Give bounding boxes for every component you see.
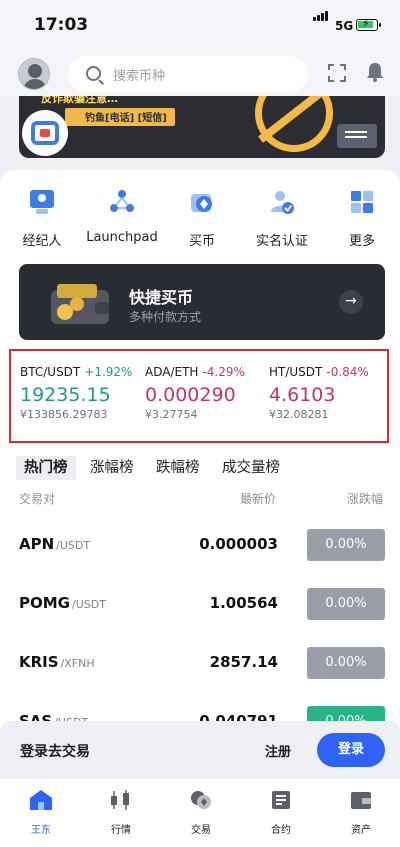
ticker-change: -0.84% [326, 365, 369, 379]
tab-label: 合约 [271, 825, 291, 836]
ticker-price: 19235.15 [20, 384, 111, 406]
row-change-badge[interactable]: 0.00% [307, 588, 385, 620]
ticker-cny: ¥32.08281 [269, 408, 329, 421]
register-link[interactable]: 注册 [265, 741, 291, 760]
banner-line2: 钓鱼[电话] [短信] [65, 108, 175, 126]
row-change-badge[interactable]: 0.00% [307, 647, 385, 679]
bottom-tab-bar: 王东 行情 交易 合约 资产 [0, 779, 400, 847]
ticker-btc[interactable]: BTC/USDT +1.92% 19235.15 ¥133856.29783 [20, 365, 132, 421]
login-button[interactable]: 登录 [317, 733, 385, 767]
ticker-ht[interactable]: HT/USDT -0.84% 4.6103 ¥32.08281 [269, 365, 369, 421]
contract-icon [272, 791, 290, 809]
menu-item-launchpad[interactable]: Launchpad [82, 188, 162, 245]
assets-icon [351, 792, 371, 809]
arrow-right-icon[interactable]: → [339, 290, 363, 314]
menu-item-more[interactable]: 更多 [322, 188, 400, 249]
card-icon [337, 124, 377, 148]
tab-market[interactable]: 行情 [89, 789, 153, 836]
tab-trade[interactable]: 交易 [169, 789, 233, 836]
launchpad-icon [110, 190, 134, 212]
top-bar: 搜索币种 [0, 52, 400, 96]
row-base: APN [19, 535, 55, 553]
row-price: 1.00564 [209, 594, 278, 612]
menu-item-verify[interactable]: 实名认证 [242, 188, 322, 249]
wallet-icon [51, 284, 109, 324]
menu-label: 更多 [348, 234, 375, 249]
home-icon [30, 790, 52, 810]
col-change: 涨跌幅 [347, 492, 384, 506]
quick-buy-title: 快捷买币 [129, 288, 194, 307]
tab-label: 王东 [31, 825, 51, 836]
menu-label: 经纪人 [22, 234, 62, 249]
ticker-pair: ADA/ETH [145, 365, 199, 379]
row-price: 2857.14 [209, 653, 278, 671]
table-row[interactable]: POMG/USDT 1.00564 0.00% [0, 574, 400, 633]
menu-label: 实名认证 [255, 234, 308, 249]
row-quote: /USDT [71, 598, 106, 611]
ticker-change: +1.92% [84, 365, 133, 379]
quick-buy-subtitle: 多种付款方式 [129, 310, 202, 324]
ticker-pair: BTC/USDT [20, 365, 81, 379]
trade-icon [191, 791, 211, 809]
app-logo-icon [22, 110, 68, 156]
clock: 17:03 [34, 15, 89, 35]
search-bar[interactable]: 搜索币种 [68, 56, 308, 92]
tab-hot[interactable]: 热门榜 [16, 456, 76, 480]
ticker-strip: BTC/USDT +1.92% 19235.15 ¥133856.29783 AD… [9, 349, 389, 443]
search-placeholder: 搜索币种 [113, 69, 166, 84]
more-icon [351, 191, 373, 213]
row-quote: /XFNH [60, 657, 95, 670]
status-bar: 17:03 5G ⚡ [0, 0, 400, 52]
ticker-cny: ¥133856.29783 [20, 408, 108, 421]
tab-home[interactable]: 王东 [9, 789, 73, 836]
tab-label: 资产 [351, 825, 371, 836]
login-prompt-bar: 登录去交易 注册 登录 [0, 721, 400, 779]
banner-line1: 反诈欺骗注意… [41, 96, 118, 105]
row-quote: /USDT [56, 539, 91, 552]
tab-volume[interactable]: 成交量榜 [222, 456, 280, 480]
broker-icon [30, 190, 54, 214]
prohibition-icon [255, 96, 333, 152]
ticker-pair: HT/USDT [269, 365, 323, 379]
table-row[interactable]: KRIS/XFNH 2857.14 0.00% [0, 633, 400, 692]
col-price: 最新价 [240, 492, 277, 506]
search-icon [86, 66, 101, 81]
ticker-price: 4.6103 [269, 384, 336, 406]
tab-assets[interactable]: 资产 [329, 789, 393, 836]
verify-icon [271, 191, 294, 214]
promo-banner[interactable]: 反诈欺骗注意… 钓鱼[电话] [短信] [19, 96, 385, 158]
quick-buy-card[interactable]: 快捷买币 多种付款方式 → [19, 264, 385, 340]
ticker-change: -4.29% [202, 365, 245, 379]
menu-label: Launchpad [86, 230, 158, 245]
col-pair: 交易对 [19, 492, 56, 506]
row-price: 0.000003 [199, 535, 278, 553]
main-content: 经纪人 Launchpad 买币 实名认证 更多 快捷买币 多种付款方式 → B… [0, 170, 400, 738]
tab-gainers[interactable]: 涨幅榜 [90, 456, 134, 480]
menu-item-buy-coin[interactable]: 买币 [162, 188, 242, 249]
row-base: KRIS [19, 653, 59, 671]
rank-tabs: 热门榜 涨幅榜 跌幅榜 成交量榜 [0, 456, 400, 480]
login-prompt-text: 登录去交易 [20, 744, 90, 760]
network-type: 5G [335, 19, 354, 33]
scan-icon[interactable] [328, 64, 346, 82]
ticker-cny: ¥3.27754 [145, 408, 198, 421]
menu-label: 买币 [188, 234, 215, 249]
row-change-badge[interactable]: 0.00% [307, 529, 385, 561]
buy-coin-icon [191, 194, 212, 212]
ticker-ada[interactable]: ADA/ETH -4.29% 0.000290 ¥3.27754 [145, 365, 245, 421]
tab-label: 交易 [191, 825, 211, 836]
ticker-price: 0.000290 [145, 384, 236, 406]
menu-item-broker[interactable]: 经纪人 [2, 188, 82, 249]
bell-icon[interactable] [366, 62, 384, 82]
row-base: POMG [19, 594, 70, 612]
tab-label: 行情 [111, 825, 131, 836]
tab-contract[interactable]: 合约 [249, 789, 313, 836]
tab-losers[interactable]: 跌幅榜 [156, 456, 200, 480]
battery-icon: ⚡ [356, 17, 381, 31]
avatar[interactable] [18, 58, 50, 90]
table-row[interactable]: APN/USDT 0.000003 0.00% [0, 515, 400, 574]
market-icon [111, 790, 129, 810]
